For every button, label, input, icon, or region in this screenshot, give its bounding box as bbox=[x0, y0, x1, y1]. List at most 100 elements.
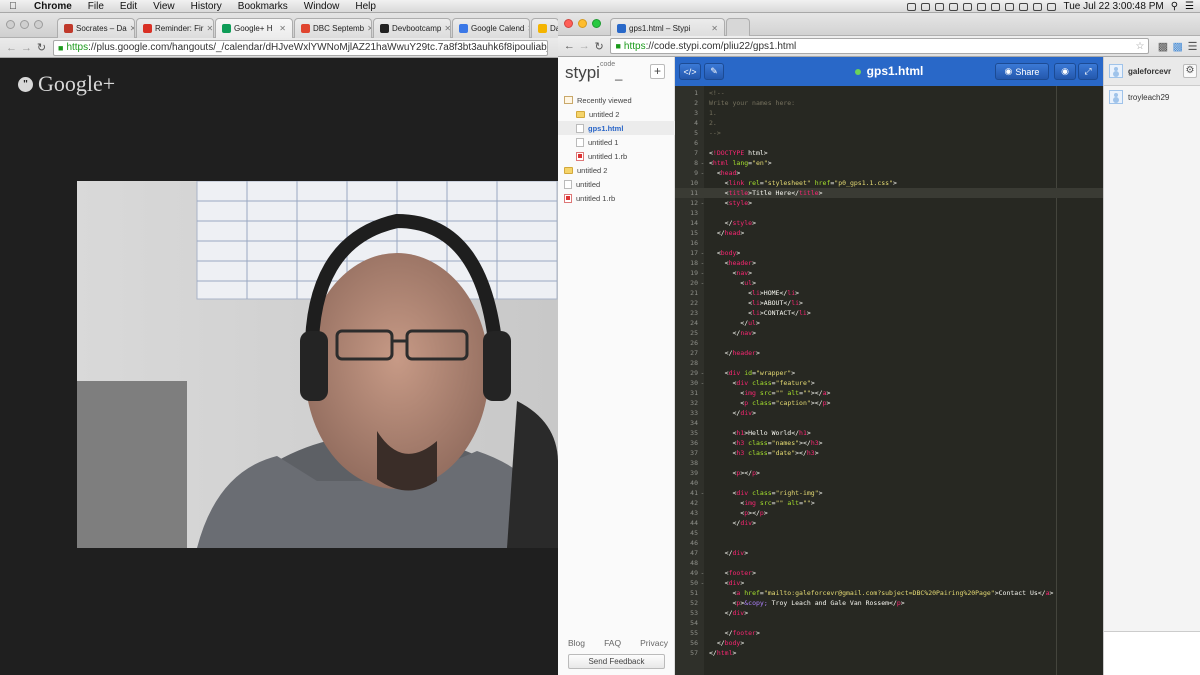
code-line: 20- <ul> bbox=[675, 278, 1103, 288]
menu-window[interactable]: Window bbox=[296, 0, 348, 13]
fold-toggle-icon[interactable]: - bbox=[698, 578, 707, 588]
close-tab-icon[interactable]: ✕ bbox=[279, 24, 286, 33]
fold-toggle-icon[interactable]: - bbox=[698, 568, 707, 578]
back-icon[interactable]: ← bbox=[562, 40, 577, 52]
collaborator-item[interactable]: troyleach29 bbox=[1109, 90, 1169, 104]
file-tree-item[interactable]: Recently viewed bbox=[558, 93, 675, 107]
code-view-button[interactable]: </> bbox=[679, 63, 701, 80]
preview-eye-icon[interactable]: ◉ bbox=[1054, 63, 1076, 80]
extension-2-icon[interactable]: ▩ bbox=[1170, 40, 1185, 53]
file-tree-item[interactable]: untitled bbox=[558, 177, 675, 191]
browser-tab[interactable]: Socrates – Da✕ bbox=[57, 18, 135, 38]
reload-icon[interactable]: ↻ bbox=[34, 41, 49, 54]
file-tree-item[interactable]: untitled 1.rb bbox=[558, 191, 675, 205]
minimize-window-button[interactable] bbox=[20, 20, 29, 29]
bookmark-star-icon[interactable]: ☆ bbox=[1136, 41, 1145, 52]
stypi-logo[interactable]: stypicode_ bbox=[565, 61, 622, 83]
skype-tray-icon[interactable] bbox=[935, 2, 945, 11]
fold-toggle-icon[interactable]: - bbox=[698, 378, 707, 388]
browser-tab[interactable]: Reminder: Fir ✕ bbox=[136, 18, 214, 38]
gear-icon[interactable]: ⚙ bbox=[1183, 64, 1197, 78]
edit-pen-icon[interactable]: ✎ bbox=[704, 63, 724, 80]
file-tree-item[interactable]: untitled 2 bbox=[558, 163, 675, 177]
close-tab-icon[interactable]: ✕ bbox=[527, 24, 529, 33]
reload-icon[interactable]: ↻ bbox=[592, 40, 607, 53]
battery-icon[interactable] bbox=[1047, 2, 1057, 11]
close-tab-icon[interactable]: ✕ bbox=[367, 24, 371, 33]
back-icon[interactable]: ← bbox=[4, 42, 19, 54]
new-file-button[interactable]: + bbox=[650, 64, 665, 79]
evernote-tray-icon[interactable] bbox=[921, 2, 931, 11]
menu-edit[interactable]: Edit bbox=[112, 0, 145, 13]
fold-toggle-icon[interactable]: - bbox=[698, 158, 707, 168]
fold-toggle-icon[interactable]: - bbox=[698, 258, 707, 268]
zoom-window-button[interactable] bbox=[592, 19, 601, 28]
privacy-link[interactable]: Privacy bbox=[640, 638, 668, 648]
dropbox-tray-icon[interactable] bbox=[949, 2, 959, 11]
volume-icon[interactable] bbox=[1019, 2, 1029, 11]
code-token: </ bbox=[709, 609, 733, 617]
fold-toggle-icon[interactable]: - bbox=[698, 168, 707, 178]
close-tab-icon[interactable]: ✕ bbox=[130, 24, 134, 33]
fold-toggle-icon[interactable]: - bbox=[698, 198, 707, 208]
menu-help[interactable]: Help bbox=[347, 0, 384, 13]
forward-icon[interactable]: → bbox=[577, 40, 592, 52]
share-button[interactable]: ◉ Share bbox=[995, 63, 1049, 80]
apple-menu-icon[interactable]:  bbox=[0, 1, 26, 12]
notification-center-icon[interactable]: ☰ bbox=[1185, 1, 1194, 12]
fold-toggle-icon[interactable]: - bbox=[698, 488, 707, 498]
menu-chrome[interactable]: Chrome bbox=[26, 0, 80, 13]
address-bar[interactable]: ■ https://code.stypi.com/pliu22/gps1.htm… bbox=[610, 38, 1150, 54]
code-line: 7 <!DOCTYPE html> bbox=[675, 148, 1103, 158]
spotlight-icon[interactable]: ⚲ bbox=[1171, 1, 1178, 12]
browser-tab[interactable]: Devbootcamp ✕ bbox=[373, 18, 451, 38]
flag-icon[interactable] bbox=[1033, 2, 1043, 11]
close-tab-icon[interactable]: ✕ bbox=[444, 24, 450, 33]
fold-toggle-icon[interactable]: - bbox=[698, 368, 707, 378]
time-machine-icon[interactable] bbox=[977, 2, 987, 11]
browser-tab[interactable]: Google+ H ✕ bbox=[215, 18, 293, 38]
browser-tab[interactable]: Google Calend✕ bbox=[452, 18, 530, 38]
browser-tab[interactable]: DBC Septemb✕ bbox=[294, 18, 372, 38]
forward-icon[interactable]: → bbox=[19, 42, 34, 54]
wifi-icon[interactable] bbox=[1005, 2, 1015, 11]
file-tree-item[interactable]: untitled 1 bbox=[558, 135, 675, 149]
chat-input[interactable] bbox=[1104, 631, 1200, 675]
close-tab-icon[interactable]: ✕ bbox=[206, 24, 213, 33]
browser-tab[interactable]: Das bbox=[531, 18, 559, 38]
bluetooth-icon[interactable] bbox=[991, 2, 1001, 11]
file-tree-item[interactable]: untitled 2 bbox=[558, 107, 675, 121]
code-token: ></ bbox=[810, 389, 823, 397]
menu-history[interactable]: History bbox=[183, 0, 230, 13]
address-bar[interactable]: ■ https://plus.google.com/hangouts/_/cal… bbox=[53, 39, 548, 56]
code-text: </style> bbox=[707, 218, 756, 228]
fold-toggle-icon[interactable]: - bbox=[698, 268, 707, 278]
code-line: 14 </style> bbox=[675, 218, 1103, 228]
hangouts-tray-icon[interactable] bbox=[907, 2, 917, 11]
chrome-menu-icon[interactable]: ☰ bbox=[1185, 40, 1200, 53]
extension-icon[interactable]: ▩ bbox=[1155, 40, 1170, 53]
close-window-button[interactable] bbox=[564, 19, 573, 28]
minimize-window-button[interactable] bbox=[578, 19, 587, 28]
fullscreen-expand-icon[interactable]: ⤢ bbox=[1078, 63, 1098, 80]
faq-link[interactable]: FAQ bbox=[604, 638, 621, 648]
file-tree-item[interactable]: gps1.html bbox=[558, 121, 675, 135]
close-tab-icon[interactable]: ✕ bbox=[711, 24, 718, 33]
menu-view[interactable]: View bbox=[145, 0, 183, 13]
zoom-window-button[interactable] bbox=[34, 20, 43, 29]
menu-file[interactable]: File bbox=[80, 0, 112, 13]
airplay-icon[interactable] bbox=[963, 2, 973, 11]
tab-stypi[interactable]: gps1.html – Stypi ✕ bbox=[610, 18, 725, 38]
send-feedback-button[interactable]: Send Feedback bbox=[568, 654, 665, 669]
fold-toggle-icon[interactable]: - bbox=[698, 278, 707, 288]
close-window-button[interactable] bbox=[6, 20, 15, 29]
new-tab-button[interactable] bbox=[726, 18, 750, 38]
code-editor[interactable]: 1 <!-- 2 Write your names here: 3 1. 4 2. 5 --> 6 7… bbox=[675, 86, 1103, 675]
blog-link[interactable]: Blog bbox=[568, 638, 585, 648]
code-token: >Contact Us</ bbox=[994, 589, 1046, 597]
fold-toggle-icon[interactable]: - bbox=[698, 248, 707, 258]
menubar-clock[interactable]: Tue Jul 22 3:00:48 PM bbox=[1063, 1, 1163, 12]
tab-label: Reminder: Fir bbox=[155, 24, 204, 33]
file-tree-item[interactable]: untitled 1.rb bbox=[558, 149, 675, 163]
menu-bookmarks[interactable]: Bookmarks bbox=[230, 0, 296, 13]
